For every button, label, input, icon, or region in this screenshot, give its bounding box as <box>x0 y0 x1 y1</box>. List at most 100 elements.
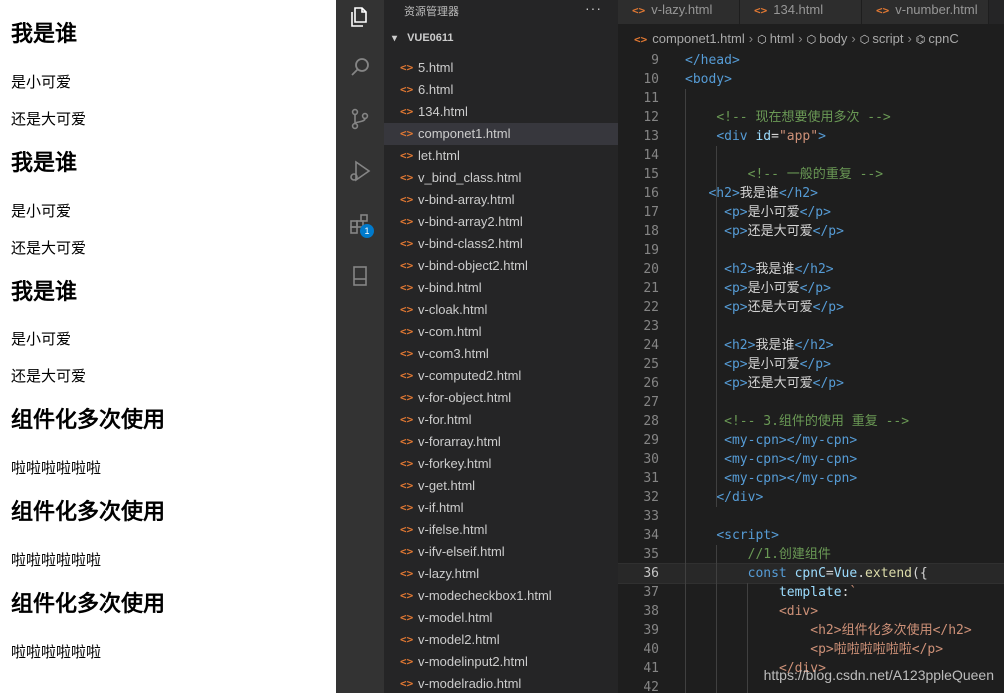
code-line[interactable]: 40 <p>啦啦啦啦啦啦</p> <box>618 640 1004 659</box>
code-line[interactable]: 14 <box>618 146 1004 165</box>
code-text: <p>还是大可爱</p> <box>724 374 844 393</box>
code-token: 还是大可爱 <box>747 300 813 315</box>
code-line[interactable]: 9 </head> <box>618 51 1004 70</box>
run-debug-icon[interactable] <box>348 159 372 183</box>
file-item[interactable]: <> v-computed2.html <box>384 365 618 387</box>
file-item[interactable]: <> v-ifelse.html <box>384 519 618 541</box>
line-number: 12 <box>643 110 659 125</box>
code-text: <p>是小可爱</p> <box>724 279 831 298</box>
file-item[interactable]: <> v-bind-array.html <box>384 189 618 211</box>
code-token: Vue <box>833 566 858 581</box>
code-line[interactable]: 13 <div id="app"> <box>618 127 1004 146</box>
code-line[interactable]: 17 <p>是小可爱</p> <box>618 203 1004 222</box>
breadcrumb-item[interactable]: ⬡ html <box>757 31 794 46</box>
preview-heading: 组件化多次使用 <box>11 408 166 433</box>
line-number: 33 <box>643 509 659 524</box>
file-item[interactable]: <> v-forarray.html <box>384 431 618 453</box>
file-item[interactable]: <> v-modelradio.html <box>384 673 618 693</box>
element-icon: ⬡ <box>859 34 870 46</box>
line-number: 20 <box>643 262 659 277</box>
code-area[interactable]: 9 </head> 10 <body> 11 12 <!-- 现在想要使用多次 --> 13 <… <box>618 51 1004 693</box>
bookmark-icon[interactable] <box>348 264 372 288</box>
file-item[interactable]: <> v-for.html <box>384 409 618 431</box>
code-line[interactable]: 12 <!-- 现在想要使用多次 --> <box>618 108 1004 127</box>
code-line[interactable]: 22 <p>还是大可爱</p> <box>618 298 1004 317</box>
file-item[interactable]: <> v-for-object.html <box>384 387 618 409</box>
code-line[interactable]: 29 <my-cpn></my-cpn> <box>618 431 1004 450</box>
file-item[interactable]: <> v-ifv-elseif.html <box>384 541 618 563</box>
code-line[interactable]: 11 <box>618 89 1004 108</box>
code-line[interactable]: 15 <!-- 一般的重复 --> <box>618 165 1004 184</box>
code-line[interactable]: 23 <box>618 317 1004 336</box>
code-line[interactable]: 30 <my-cpn></my-cpn> <box>618 450 1004 469</box>
file-item[interactable]: <> v-bind-class2.html <box>384 233 618 255</box>
breadcrumb-item[interactable]: ⬡ body <box>807 31 848 46</box>
editor-tab[interactable]: <> v-number.html <box>862 0 989 24</box>
code-line[interactable]: 39 <h2>组件化多次使用</h2> <box>618 621 1004 640</box>
file-item[interactable]: <> 6.html <box>384 79 618 101</box>
file-item[interactable]: <> v-model.html <box>384 607 618 629</box>
file-item[interactable]: <> v-com.html <box>384 321 618 343</box>
file-item[interactable]: <> v_bind_class.html <box>384 167 618 189</box>
file-item[interactable]: <> componet1.html <box>384 123 618 145</box>
code-line[interactable]: 16 <h2>我是谁</h2> <box>618 184 1004 203</box>
line-number: 14 <box>643 148 659 163</box>
search-icon[interactable] <box>348 55 372 79</box>
code-token: <div <box>716 129 756 144</box>
file-name: v-ifelse.html <box>418 522 488 537</box>
file-item[interactable]: <> v-com3.html <box>384 343 618 365</box>
file-item[interactable]: <> v-bind-object2.html <box>384 255 618 277</box>
file-item[interactable]: <> v-bind.html <box>384 277 618 299</box>
files-icon[interactable] <box>348 5 372 29</box>
breadcrumb-item[interactable]: <> componet1.html <box>634 31 745 46</box>
editor-tab[interactable]: <> v-lazy.html <box>618 0 740 24</box>
file-item[interactable]: <> v-if.html <box>384 497 618 519</box>
breadcrumb-item[interactable]: ⬡ script <box>860 31 904 46</box>
file-item[interactable]: <> v-modecheckbox1.html <box>384 585 618 607</box>
code-line[interactable]: 19 <box>618 241 1004 260</box>
code-line[interactable]: 18 <p>还是大可爱</p> <box>618 222 1004 241</box>
code-line[interactable]: 20 <h2>我是谁</h2> <box>618 260 1004 279</box>
code-line[interactable]: 24 <h2>我是谁</h2> <box>618 336 1004 355</box>
code-line[interactable]: 35 //1.创建组件 <box>618 545 1004 564</box>
file-item[interactable]: <> 134.html <box>384 101 618 123</box>
code-token: <h2> <box>724 338 756 353</box>
more-actions-button[interactable]: ··· <box>585 0 602 16</box>
file-item[interactable]: <> v-bind-array2.html <box>384 211 618 233</box>
file-item[interactable]: <> v-modelinput2.html <box>384 651 618 673</box>
line-number: 31 <box>643 471 659 486</box>
line-number: 23 <box>643 319 659 334</box>
file-item[interactable]: <> v-lazy.html <box>384 563 618 585</box>
code-line[interactable]: 32 </div> <box>618 488 1004 507</box>
file-item[interactable]: <> v-model2.html <box>384 629 618 651</box>
file-item[interactable]: <> v-forkey.html <box>384 453 618 475</box>
code-line[interactable]: 33 <box>618 507 1004 526</box>
code-line[interactable]: 37 template:` <box>618 583 1004 602</box>
source-control-icon[interactable] <box>348 107 372 131</box>
code-line[interactable]: 31 <my-cpn></my-cpn> <box>618 469 1004 488</box>
breadcrumb-item[interactable]: ⌬ cpnC <box>916 31 959 46</box>
breadcrumb: <> componet1.html › ⬡ html › ⬡ body › ⬡ script › ⌬ cp… <box>618 28 959 50</box>
indent-guide <box>747 583 748 693</box>
code-line[interactable]: 25 <p>是小可爱</p> <box>618 355 1004 374</box>
html-file-icon: <> <box>400 281 414 294</box>
folder-header[interactable]: ▾ VUE0611 <box>384 27 618 49</box>
code-line[interactable]: 34 <script> <box>618 526 1004 545</box>
code-line[interactable]: 27 <box>618 393 1004 412</box>
code-text: <p>还是大可爱</p> <box>724 298 844 317</box>
code-line[interactable]: 28 <!-- 3.组件的使用 重复 --> <box>618 412 1004 431</box>
editor-tab[interactable]: <> 134.html <box>740 0 862 24</box>
code-line[interactable]: 36 const cpnC=Vue.extend({ <box>618 563 1004 584</box>
chevron-right-icon: › <box>798 31 803 46</box>
file-item[interactable]: <> 5.html <box>384 57 618 79</box>
html-file-icon: <> <box>400 677 414 690</box>
code-line[interactable]: 10 <body> <box>618 70 1004 89</box>
code-line[interactable]: 38 <div> <box>618 602 1004 621</box>
file-item[interactable]: <> let.html <box>384 145 618 167</box>
code-line[interactable]: 21 <p>是小可爱</p> <box>618 279 1004 298</box>
file-item[interactable]: <> v-cloak.html <box>384 299 618 321</box>
file-item[interactable]: <> v-get.html <box>384 475 618 497</box>
code-token: id <box>755 129 772 144</box>
code-line[interactable]: 26 <p>还是大可爱</p> <box>618 374 1004 393</box>
code-token: <p> <box>724 205 748 220</box>
